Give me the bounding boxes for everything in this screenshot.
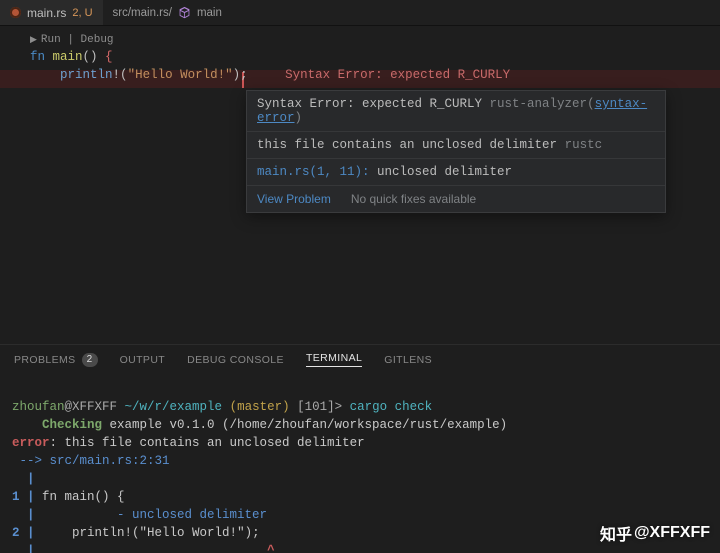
breadcrumb-path: src/main.rs/ bbox=[113, 7, 172, 19]
code-line-2[interactable]: println!("Hello World!"); Syntax Error: … bbox=[30, 66, 720, 84]
tab-terminal[interactable]: TERMINAL bbox=[306, 352, 362, 367]
code-line-1[interactable]: fn main() { bbox=[30, 48, 720, 66]
breadcrumb-symbol: main bbox=[197, 7, 222, 19]
tab-problems-label: PROBLEMS bbox=[14, 354, 76, 366]
breadcrumb[interactable]: src/main.rs/ main bbox=[103, 0, 222, 25]
rust-icon bbox=[10, 7, 21, 18]
hover-line-3: main.rs(1, 11): unclosed delimiter bbox=[247, 159, 665, 186]
play-icon: ▶ bbox=[30, 35, 37, 45]
problems-count-badge: 2 bbox=[82, 353, 98, 367]
hover-location-link[interactable]: main.rs(1, 11): bbox=[257, 165, 377, 179]
tab-problems[interactable]: PROBLEMS 2 bbox=[14, 353, 98, 367]
watermark-handle: @XFFXFF bbox=[634, 524, 710, 542]
watermark: 知乎 @XFFXFF bbox=[604, 521, 710, 545]
hover-footer: View Problem No quick fixes available bbox=[247, 186, 665, 212]
hover-popup: Syntax Error: expected R_CURLY rust-anal… bbox=[246, 90, 666, 213]
zhihu-icon: 知乎 bbox=[604, 521, 628, 545]
symbol-icon bbox=[178, 6, 191, 19]
codelens-label: Run | Debug bbox=[41, 34, 114, 46]
panel-tabs: PROBLEMS 2 OUTPUT DEBUG CONSOLE TERMINAL… bbox=[0, 344, 720, 374]
tab-debug-console[interactable]: DEBUG CONSOLE bbox=[187, 354, 284, 366]
tab-output[interactable]: OUTPUT bbox=[120, 354, 166, 366]
no-quick-fix-label: No quick fixes available bbox=[351, 192, 476, 206]
codelens-run-debug[interactable]: ▶ Run | Debug bbox=[30, 34, 720, 46]
view-problem-link[interactable]: View Problem bbox=[257, 192, 331, 206]
tab-gitlens[interactable]: GITLENS bbox=[384, 354, 432, 366]
hover-line-2: this file contains an unclosed delimiter… bbox=[247, 132, 665, 159]
tab-filename: main.rs bbox=[27, 6, 66, 20]
inline-error-text: Syntax Error: expected R_CURLY bbox=[285, 68, 510, 82]
editor-area[interactable]: ▶ Run | Debug fn main() { println!("Hell… bbox=[0, 26, 720, 344]
hover-line-1: Syntax Error: expected R_CURLY rust-anal… bbox=[247, 91, 665, 132]
tab-git-indicator: 2, U bbox=[72, 7, 92, 19]
title-tab-bar: main.rs 2, U src/main.rs/ main bbox=[0, 0, 720, 26]
editor-tab-main-rs[interactable]: main.rs 2, U bbox=[0, 0, 103, 25]
